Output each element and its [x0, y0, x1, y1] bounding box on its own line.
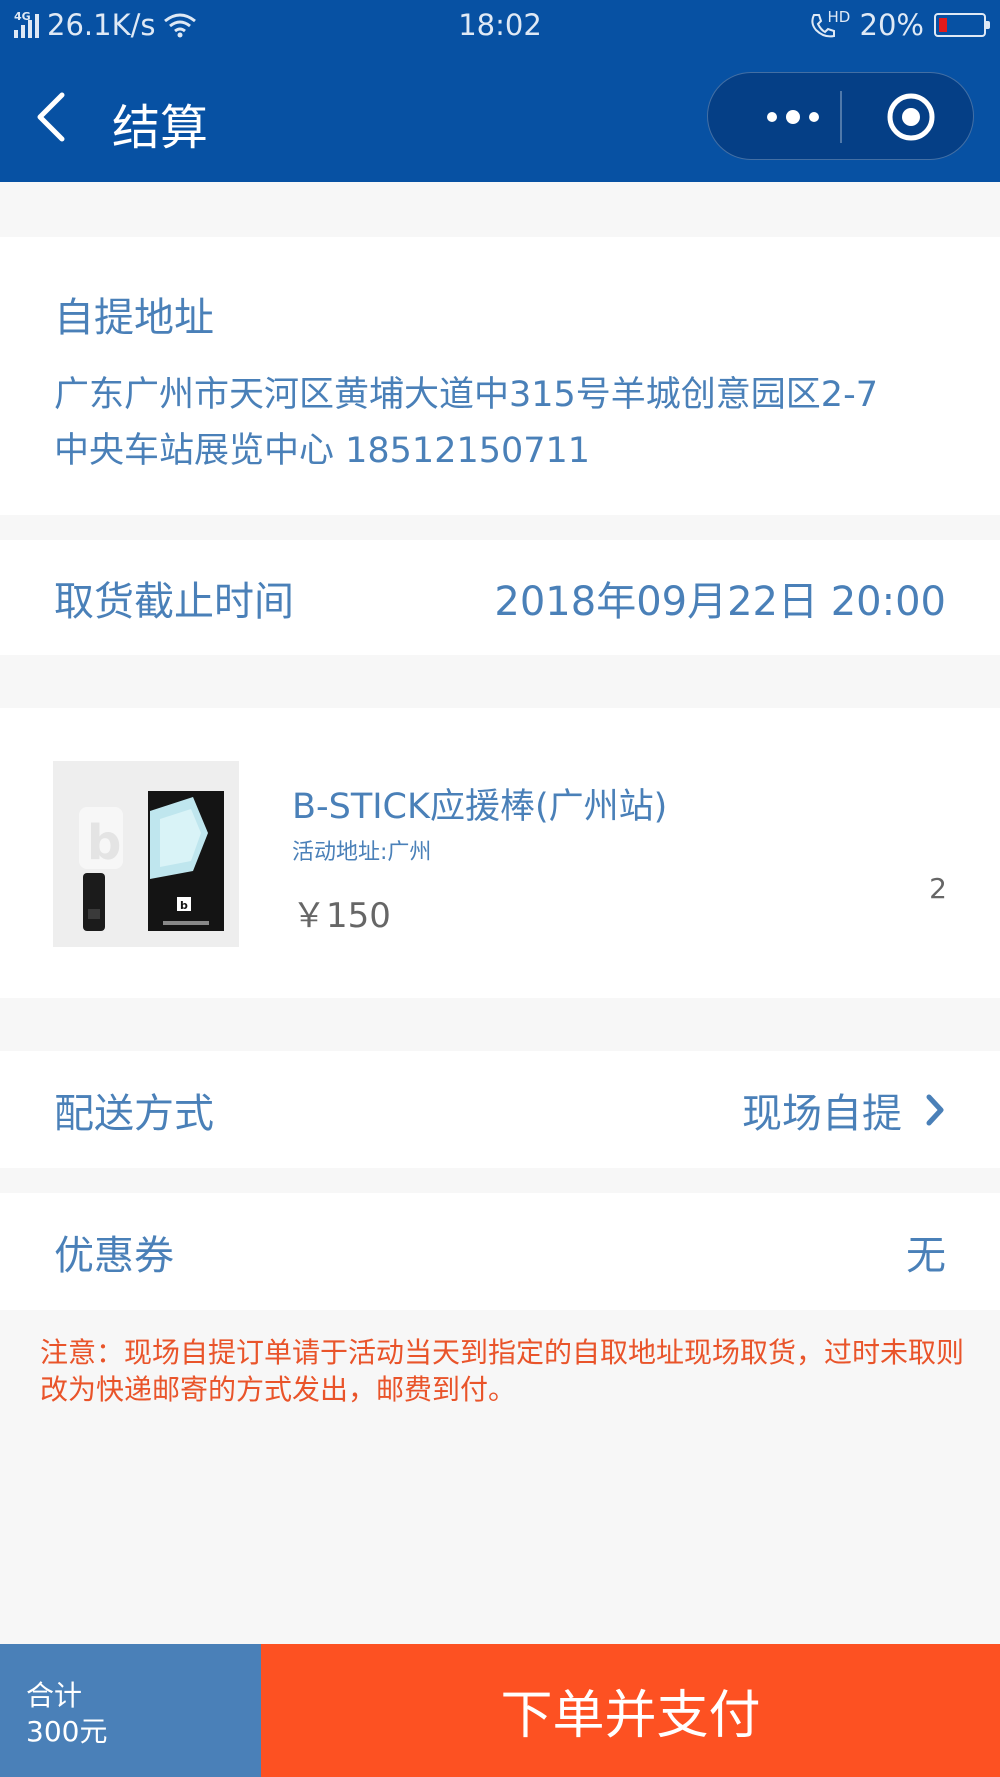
pickup-notice: 注意：现场自提订单请于活动当天到指定的自取地址现场取货，过时未取则改为快递邮寄的…	[40, 1336, 965, 1406]
chevron-right-icon	[926, 1094, 944, 1125]
coupon-label: 优惠券	[54, 1232, 174, 1279]
lightstick-box-image: b b	[53, 761, 239, 947]
hd-call-icon: HD	[808, 8, 851, 40]
target-close-icon	[887, 93, 935, 141]
close-mini-program-button[interactable]	[866, 73, 956, 161]
battery-percent: 20%	[859, 8, 924, 42]
place-order-pay-button[interactable]: 下单并支付	[261, 1644, 1000, 1777]
delivery-method-row[interactable]: 配送方式 现场自提	[0, 1051, 1000, 1168]
more-dot-icon	[786, 110, 800, 124]
hd-label: HD	[827, 8, 851, 26]
pickup-address-card: 自提地址 广东广州市天河区黄埔大道中315号羊城创意园区2-7 中央车站展览中心…	[0, 237, 1000, 515]
more-dot-icon	[767, 112, 777, 122]
pickup-deadline-label: 取货截止时间	[54, 578, 294, 625]
back-arrow-icon[interactable]	[32, 87, 72, 147]
product-quantity: 2	[929, 872, 947, 905]
svg-text:b: b	[180, 899, 188, 912]
delivery-method-value: 现场自提	[742, 1090, 902, 1137]
battery-level	[939, 18, 947, 32]
pickup-address-title: 自提地址	[54, 295, 214, 341]
total-label: 合计	[26, 1679, 83, 1712]
total-amount: 300元	[26, 1715, 108, 1748]
pickup-deadline-value: 2018年09月22日 20:00	[494, 578, 946, 625]
coupon-row[interactable]: 优惠券 无	[0, 1193, 1000, 1310]
product-image: b b	[53, 761, 239, 947]
pickup-address-line2: 中央车站展览中心 18512150711	[54, 431, 591, 471]
checkout-bar: 合计 300元 下单并支付	[0, 1644, 1000, 1777]
page-title: 结算	[112, 100, 209, 156]
status-right: HD 20%	[808, 8, 990, 42]
delivery-method-value-group[interactable]: 现场自提	[742, 1051, 946, 1168]
pickup-deadline-row: 取货截止时间 2018年09月22日 20:00	[0, 540, 1000, 655]
pickup-address-text: 广东广州市天河区黄埔大道中315号羊城创意园区2-7 中央车站展览中心 1851…	[54, 367, 954, 479]
more-button[interactable]	[748, 73, 838, 161]
product-item: b b B-STICK应援棒(广州站) 活动地址:广州 ￥150 2	[0, 708, 1000, 998]
capsule-divider	[840, 91, 842, 143]
product-location: 活动地址:广州	[292, 840, 432, 865]
status-bar: 4G 26.1K/s 18:02 HD 20%	[0, 0, 1000, 52]
pickup-address-line1: 广东广州市天河区黄埔大道中315号羊城创意园区2-7	[54, 375, 878, 415]
more-dot-icon	[809, 112, 819, 122]
nav-bar: 结算	[0, 52, 1000, 182]
delivery-method-label: 配送方式	[54, 1090, 214, 1137]
battery-icon	[934, 13, 990, 37]
product-name[interactable]: B-STICK应援棒(广州站)	[292, 778, 667, 829]
order-total: 合计 300元	[0, 1644, 261, 1777]
svg-text:b: b	[87, 815, 121, 871]
coupon-value: 无	[906, 1232, 946, 1279]
mini-program-capsule	[707, 72, 974, 160]
product-price: ￥150	[292, 896, 391, 936]
